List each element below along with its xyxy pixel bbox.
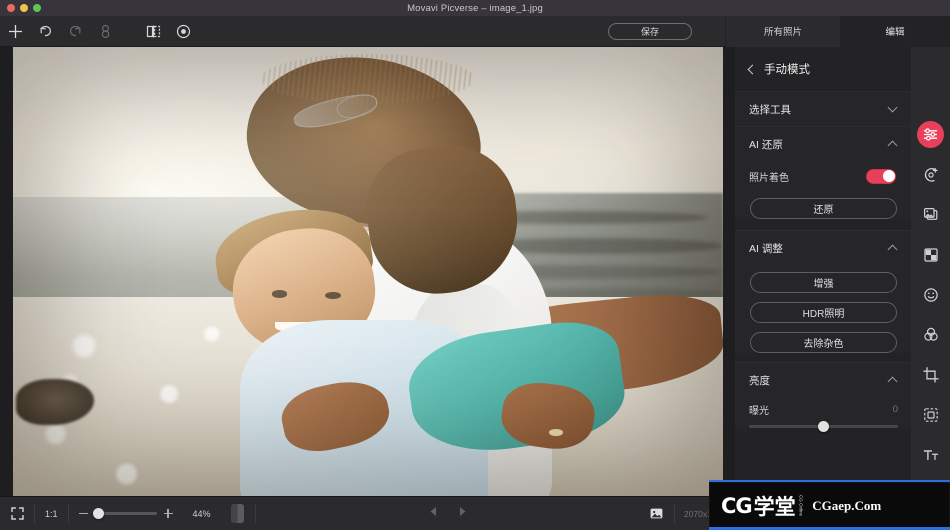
section-ai-adjust: AI 调整 增强 HDR照明 去除杂色 — [735, 230, 912, 353]
chevron-up-icon[interactable] — [888, 244, 898, 254]
add-icon[interactable] — [0, 16, 30, 46]
save-button-wrap: 保存 — [575, 23, 725, 40]
photo-navigation — [256, 505, 640, 523]
section-title: AI 调整 — [749, 241, 783, 256]
restore-button[interactable]: 还原 — [750, 198, 897, 219]
slider-exposure-header: 曝光 0 — [749, 397, 898, 421]
photo-image — [13, 47, 723, 496]
window-title: Movavi Picverse – image_1.jpg — [407, 3, 543, 14]
exposure-track[interactable] — [749, 425, 898, 428]
next-arrow-icon[interactable] — [456, 505, 469, 523]
section-ai-restore: AI 还原 照片着色 还原 — [735, 126, 912, 219]
enhance-button[interactable]: 增强 — [750, 272, 897, 293]
chevron-up-icon[interactable] — [888, 376, 898, 386]
app-window: Movavi Picverse – image_1.jpg — [0, 0, 950, 530]
colorize-label: 照片着色 — [749, 169, 789, 184]
close-button[interactable] — [7, 4, 15, 12]
zoom-in-button[interactable] — [163, 508, 174, 519]
photo-stack-icon[interactable] — [917, 201, 944, 228]
watermark-chinese: 学堂 — [754, 491, 796, 521]
exposure-knob[interactable] — [818, 421, 829, 432]
toolbar-right-group: 保存 所有照片 编辑 — [575, 16, 950, 47]
before-after-icon[interactable] — [221, 497, 255, 530]
zoom-button[interactable] — [33, 4, 41, 12]
fit-screen-icon[interactable] — [0, 497, 34, 530]
color-circles-icon[interactable] — [917, 321, 944, 348]
before-after-toggle[interactable] — [231, 504, 244, 523]
crop-icon[interactable] — [917, 361, 944, 388]
section-brightness: 亮度 曝光 0 — [735, 362, 912, 428]
adjust-sliders-icon[interactable] — [917, 121, 944, 148]
watermark-overlay: CG 学堂 CG Online CGaep.Com — [709, 480, 950, 530]
colorize-toggle[interactable] — [866, 169, 896, 184]
undo-icon[interactable] — [30, 16, 60, 46]
photo-child-eye — [272, 290, 288, 297]
zoom-slider-knob[interactable] — [93, 508, 104, 519]
text-tool-icon[interactable] — [917, 441, 944, 468]
bottom-bar: 1:1 44% — [0, 496, 735, 530]
main-toolbar: 保存 所有照片 编辑 — [0, 16, 950, 47]
ratio-label[interactable]: 1:1 — [35, 509, 68, 519]
slider-exposure: 曝光 0 — [735, 397, 912, 428]
row-colorize: 照片着色 — [735, 161, 912, 191]
prev-arrow-icon[interactable] — [427, 505, 440, 523]
chevron-up-icon[interactable] — [888, 140, 898, 150]
toggle-thumb — [883, 170, 895, 182]
watermark-domain: CGaep.Com — [812, 498, 881, 514]
minimize-button[interactable] — [20, 4, 28, 12]
section-title: AI 还原 — [749, 137, 783, 152]
watermark-cg: CG — [721, 494, 752, 518]
save-button[interactable]: 保存 — [608, 23, 692, 40]
preview-eye-icon[interactable] — [168, 16, 198, 46]
zoom-controls — [69, 508, 183, 519]
watermark-logo: CG 学堂 CG Online — [721, 491, 803, 521]
section-header-brightness[interactable]: 亮度 — [735, 363, 912, 397]
photo-frame[interactable] — [13, 47, 723, 496]
compare-split-icon[interactable] — [138, 16, 168, 46]
title-bar: Movavi Picverse – image_1.jpg — [0, 0, 950, 16]
panel-title: 手动模式 — [764, 61, 810, 77]
exposure-value: 0 — [893, 404, 898, 415]
hdr-lighting-button[interactable]: HDR照明 — [750, 302, 897, 323]
canvas-area[interactable] — [0, 47, 735, 496]
face-smiley-icon[interactable] — [917, 281, 944, 308]
denoise-button[interactable]: 去除杂色 — [750, 332, 897, 353]
section-header-select-tool[interactable]: 选择工具 — [735, 92, 912, 126]
back-chevron-icon[interactable] — [748, 64, 758, 74]
background-checker-icon[interactable] — [917, 241, 944, 268]
panel-scroll-content: 选择工具 AI 还原 照片着色 还原 — [735, 91, 912, 530]
redo-icon[interactable] — [60, 16, 90, 46]
retouch-wand-icon[interactable] — [917, 161, 944, 188]
zoom-out-button[interactable] — [78, 508, 89, 519]
zoom-slider[interactable] — [95, 512, 157, 515]
reset-icon[interactable] — [90, 16, 120, 46]
photo-child-eye — [325, 292, 341, 299]
watermark-subtitle: CG Online — [798, 495, 804, 516]
object-remove-icon[interactable] — [917, 401, 944, 428]
tab-all-photos[interactable]: 所有照片 — [725, 16, 840, 47]
tool-rail — [911, 47, 950, 530]
chevron-down-icon[interactable] — [888, 102, 898, 112]
zoom-percent-label: 44% — [183, 509, 221, 519]
exposure-label: 曝光 — [749, 402, 769, 417]
section-title: 选择工具 — [749, 102, 791, 117]
tab-edit[interactable]: 编辑 — [840, 16, 950, 47]
section-title: 亮度 — [749, 373, 770, 388]
section-header-ai-restore[interactable]: AI 还原 — [735, 127, 912, 161]
section-header-ai-adjust[interactable]: AI 调整 — [735, 231, 912, 265]
image-info-icon[interactable] — [640, 497, 674, 530]
traffic-lights[interactable] — [7, 0, 41, 16]
section-select-tool: 选择工具 — [735, 91, 912, 126]
